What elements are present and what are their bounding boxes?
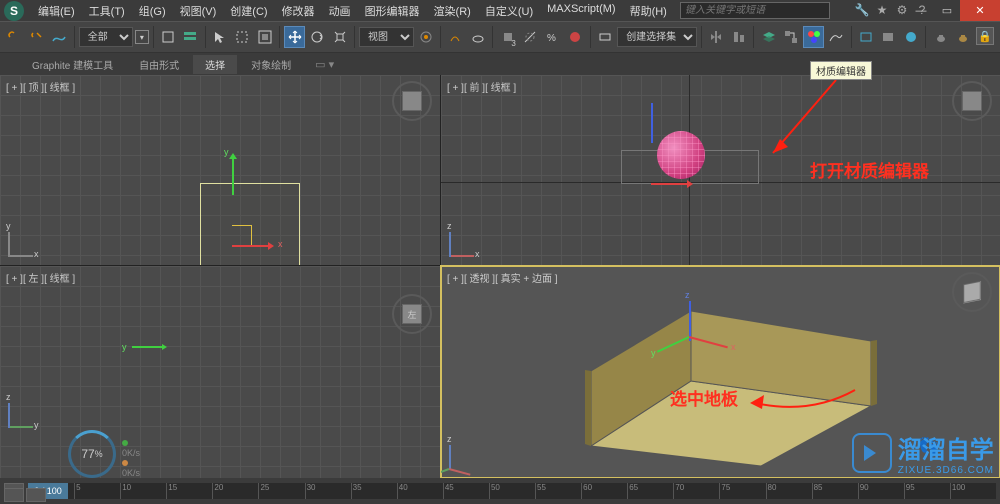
- menu-rendering[interactable]: 渲染(R): [428, 1, 477, 21]
- lock-ui-icon[interactable]: 🔒: [976, 27, 994, 45]
- menu-tools[interactable]: 工具(T): [83, 1, 131, 21]
- mirror-icon[interactable]: [706, 26, 727, 48]
- menu-customize[interactable]: 自定义(U): [479, 1, 539, 21]
- render-prod-icon[interactable]: [901, 26, 922, 48]
- mini-axis-top: x y: [8, 227, 38, 257]
- minimize-button[interactable]: —: [908, 0, 934, 21]
- script-listener-icon[interactable]: [4, 488, 24, 502]
- ribbon-tab-freeform[interactable]: 自由形式: [127, 55, 191, 74]
- ribbon-expand-icon[interactable]: ▭ ▾: [315, 58, 334, 71]
- viewport-front-label: [ + ][ 前 ][ 线框 ]: [447, 79, 516, 94]
- menu-maxscript[interactable]: MAXScript(M): [541, 1, 621, 21]
- viewcube-persp[interactable]: [952, 272, 992, 312]
- window-crossing-icon[interactable]: [255, 26, 276, 48]
- curve-editor-icon[interactable]: [826, 26, 847, 48]
- material-editor-tooltip: 材质编辑器: [810, 61, 872, 80]
- ribbon-tab-selection[interactable]: 选择: [193, 55, 237, 74]
- prompt-icon[interactable]: [26, 488, 46, 502]
- unlink-icon[interactable]: [27, 26, 48, 48]
- filter-list-icon[interactable]: ▾: [135, 30, 148, 44]
- watermark: 溜溜自学 ZIXUE.3D66.COM: [852, 430, 994, 476]
- use-center-icon[interactable]: [416, 26, 437, 48]
- menu-create[interactable]: 创建(C): [224, 1, 273, 21]
- material-editor-icon[interactable]: [803, 26, 824, 48]
- select-object-icon[interactable]: [157, 26, 178, 48]
- svg-text:%: %: [547, 33, 556, 44]
- schematic-icon[interactable]: [781, 26, 802, 48]
- percent-snap-icon[interactable]: %: [542, 26, 563, 48]
- selection-filter-dropdown[interactable]: 全部: [79, 27, 134, 47]
- render-setup-icon[interactable]: [856, 26, 877, 48]
- watermark-url: ZIXUE.3D66.COM: [898, 465, 994, 476]
- annotation-arrow-2: [740, 385, 860, 425]
- annotation-select-floor: 选中地板: [670, 385, 738, 410]
- axis-y-label: y: [224, 147, 229, 157]
- render-frame-icon[interactable]: [878, 26, 899, 48]
- box-object-top[interactable]: [200, 183, 300, 265]
- app-logo[interactable]: S: [4, 1, 24, 21]
- ref-coord-dropdown[interactable]: 视图: [359, 27, 414, 47]
- menu-animation[interactable]: 动画: [323, 1, 357, 21]
- watermark-title: 溜溜自学: [898, 430, 994, 465]
- mini-axis-left: y z: [8, 398, 38, 428]
- watermark-play-icon: [852, 433, 892, 473]
- close-button[interactable]: ✕: [960, 0, 1000, 21]
- timeline[interactable]: 0 / 100 0 5 10 15 20 25 30 35 40 45 50 5…: [28, 483, 996, 499]
- snap-2d-icon[interactable]: 3: [497, 26, 518, 48]
- ribbon-tab-graphite[interactable]: Graphite 建模工具: [20, 55, 125, 74]
- menu-help[interactable]: 帮助(H): [624, 1, 673, 21]
- annotation-open-material: 打开材质编辑器: [810, 157, 929, 182]
- rotate-icon[interactable]: [307, 26, 328, 48]
- teapot1-icon[interactable]: [930, 26, 951, 48]
- move-icon[interactable]: [284, 26, 305, 48]
- edit-selection-icon[interactable]: [595, 26, 616, 48]
- maximize-button[interactable]: ▭: [934, 0, 960, 21]
- connect-icon[interactable]: 🔧: [854, 2, 870, 18]
- sphere-object[interactable]: [657, 131, 705, 179]
- search-input[interactable]: [680, 2, 830, 19]
- align-icon[interactable]: [729, 26, 750, 48]
- select-region-icon[interactable]: [232, 26, 253, 48]
- viewport-top[interactable]: [ + ][ 顶 ][ 线框 ] x y x y: [0, 75, 440, 265]
- viewcube-front[interactable]: [952, 81, 992, 121]
- status-icons: [4, 488, 46, 502]
- named-selection-dropdown[interactable]: 创建选择集: [617, 27, 697, 47]
- viewcube-top[interactable]: [392, 81, 432, 121]
- select-name-icon[interactable]: [180, 26, 201, 48]
- menu-group[interactable]: 组(G): [133, 1, 172, 21]
- menu-edit[interactable]: 编辑(E): [32, 1, 81, 21]
- link-icon[interactable]: [4, 26, 25, 48]
- mini-axis-persp: z: [449, 440, 479, 470]
- spinner-snap-icon[interactable]: [565, 26, 586, 48]
- timeline-bar: 0 / 100 0 5 10 15 20 25 30 35 40 45 50 5…: [0, 478, 1000, 504]
- window-controls: — ▭ ✕: [908, 0, 1000, 21]
- viewport-left-label: [ + ][ 左 ][ 线框 ]: [6, 270, 75, 285]
- teapot2-icon[interactable]: [953, 26, 974, 48]
- viewport-persp-label: [ + ][ 透视 ][ 真实 + 边面 ]: [447, 270, 558, 285]
- main-toolbar: 全部 ▾ 视图 3 % 创建选择集 🔒: [0, 21, 1000, 53]
- viewport-left[interactable]: [ + ][ 左 ][ 线框 ] 左 y y z 77% 0K/s 0K/s: [0, 266, 440, 478]
- viewcube-left[interactable]: 左: [392, 294, 432, 334]
- axis-x-label: x: [278, 239, 283, 249]
- main-menu: 编辑(E) 工具(T) 组(G) 视图(V) 创建(C) 修改器 动画 图形编辑…: [32, 1, 673, 21]
- keyboard-icon[interactable]: [468, 26, 489, 48]
- manipulate-icon[interactable]: [445, 26, 466, 48]
- menu-graph-editors[interactable]: 图形编辑器: [359, 1, 426, 21]
- bind-icon[interactable]: [49, 26, 70, 48]
- menu-modifiers[interactable]: 修改器: [276, 1, 321, 21]
- scale-icon[interactable]: [329, 26, 350, 48]
- cursor-icon[interactable]: [210, 26, 231, 48]
- angle-snap-icon[interactable]: [520, 26, 541, 48]
- layers-icon[interactable]: [758, 26, 779, 48]
- ribbon-tab-object-paint[interactable]: 对象绘制: [239, 55, 303, 74]
- title-bar: S 编辑(E) 工具(T) 组(G) 视图(V) 创建(C) 修改器 动画 图形…: [0, 0, 1000, 21]
- performance-indicator: 77% 0K/s 0K/s: [68, 430, 116, 478]
- mini-axis-front: x z: [449, 227, 479, 257]
- star-icon[interactable]: ★: [874, 2, 890, 18]
- annotation-arrow-1: [758, 75, 848, 165]
- viewport-top-label: [ + ][ 顶 ][ 线框 ]: [6, 79, 75, 94]
- menu-view[interactable]: 视图(V): [174, 1, 223, 21]
